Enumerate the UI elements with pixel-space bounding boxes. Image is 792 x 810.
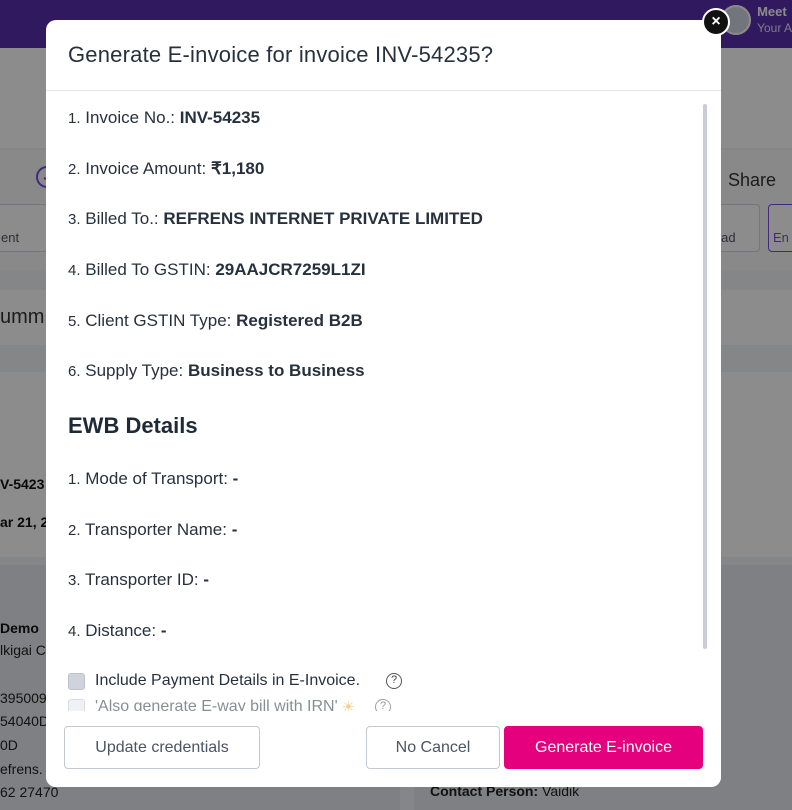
detail-index: 2. <box>68 161 81 178</box>
detail-index: 3. <box>68 572 81 589</box>
detail-value: ₹1,180 <box>210 159 265 178</box>
detail-value: 29AAJCR7259L1ZI <box>215 260 366 279</box>
ewb-mode-of-transport: 1. Mode of Transport: - <box>68 469 238 489</box>
update-credentials-button[interactable]: Update credentials <box>64 726 260 769</box>
detail-index: 3. <box>68 211 81 228</box>
detail-label: Client GSTIN Type: <box>85 311 232 330</box>
detail-label: Invoice Amount: <box>85 159 207 178</box>
ewaybill-checkbox[interactable] <box>68 698 85 711</box>
detail-billed-to-gstin: 4. Billed To GSTIN: 29AAJCR7259L1ZI <box>68 260 366 280</box>
detail-index: 4. <box>68 262 81 279</box>
detail-client-gstin-type: 5. Client GSTIN Type: Registered B2B <box>68 311 363 331</box>
ewaybill-row: 'Also generate E-way bill with IRN' ☀ ? <box>68 698 392 711</box>
detail-index: 6. <box>68 363 81 380</box>
modal-footer: Update credentials No Cancel Generate E-… <box>46 711 721 787</box>
modal-header: Generate E-invoice for invoice INV-54235… <box>46 20 721 91</box>
detail-label: Supply Type: <box>85 361 184 380</box>
sun-icon: ☀ <box>341 699 356 711</box>
detail-label: Mode of Transport: <box>85 469 228 488</box>
detail-value: - <box>231 520 238 539</box>
include-payment-row: Include Payment Details in E-Invoice. ? <box>68 672 403 690</box>
ewb-transporter-id: 3. Transporter ID: - <box>68 570 209 590</box>
detail-index: 1. <box>68 110 81 127</box>
detail-index: 4. <box>68 623 81 640</box>
detail-invoice-amount: 2. Invoice Amount: ₹1,180 <box>68 159 264 179</box>
modal-body[interactable]: 1. Invoice No.: INV-54235 2. Invoice Amo… <box>46 91 721 711</box>
detail-supply-type: 6. Supply Type: Business to Business <box>68 361 365 381</box>
detail-index: 1. <box>68 471 81 488</box>
detail-value: Business to Business <box>187 361 365 380</box>
detail-index: 5. <box>68 313 81 330</box>
generate-e-invoice-button[interactable]: Generate E-invoice <box>504 726 703 769</box>
detail-label: Transporter ID: <box>84 570 199 589</box>
cancel-button[interactable]: No Cancel <box>366 726 500 769</box>
ewb-details-heading: EWB Details <box>68 413 198 438</box>
detail-value: Registered B2B <box>236 311 363 330</box>
detail-value: - <box>160 621 167 640</box>
e-invoice-modal: Generate E-invoice for invoice INV-54235… <box>46 20 721 787</box>
detail-value: REFRENS INTERNET PRIVATE LIMITED <box>163 209 483 228</box>
ewb-transporter-name: 2. Transporter Name: - <box>68 520 237 540</box>
include-payment-checkbox[interactable] <box>68 672 85 690</box>
detail-label: Distance: <box>85 621 157 640</box>
ewb-distance: 4. Distance: - <box>68 621 167 641</box>
detail-value: - <box>232 469 239 488</box>
help-icon[interactable]: ? <box>375 699 392 711</box>
detail-label: Billed To.: <box>85 209 159 228</box>
help-icon[interactable]: ? <box>386 673 403 689</box>
detail-invoice-no: 1. Invoice No.: INV-54235 <box>68 108 260 128</box>
detail-value: INV-54235 <box>179 108 261 127</box>
detail-label: Invoice No.: <box>85 108 176 127</box>
close-icon[interactable]: × <box>702 8 730 36</box>
ewaybill-label[interactable]: 'Also generate E-way bill with IRN' <box>95 698 338 711</box>
include-payment-label[interactable]: Include Payment Details in E-Invoice. <box>95 672 360 690</box>
detail-value: - <box>203 570 210 589</box>
detail-label: Billed To GSTIN: <box>85 260 211 279</box>
detail-billed-to: 3. Billed To.: REFRENS INTERNET PRIVATE … <box>68 209 483 229</box>
detail-index: 2. <box>68 522 81 539</box>
modal-scrollbar[interactable] <box>703 104 707 649</box>
modal-title: Generate E-invoice for invoice INV-54235… <box>68 42 494 67</box>
detail-label: Transporter Name: <box>84 520 227 539</box>
